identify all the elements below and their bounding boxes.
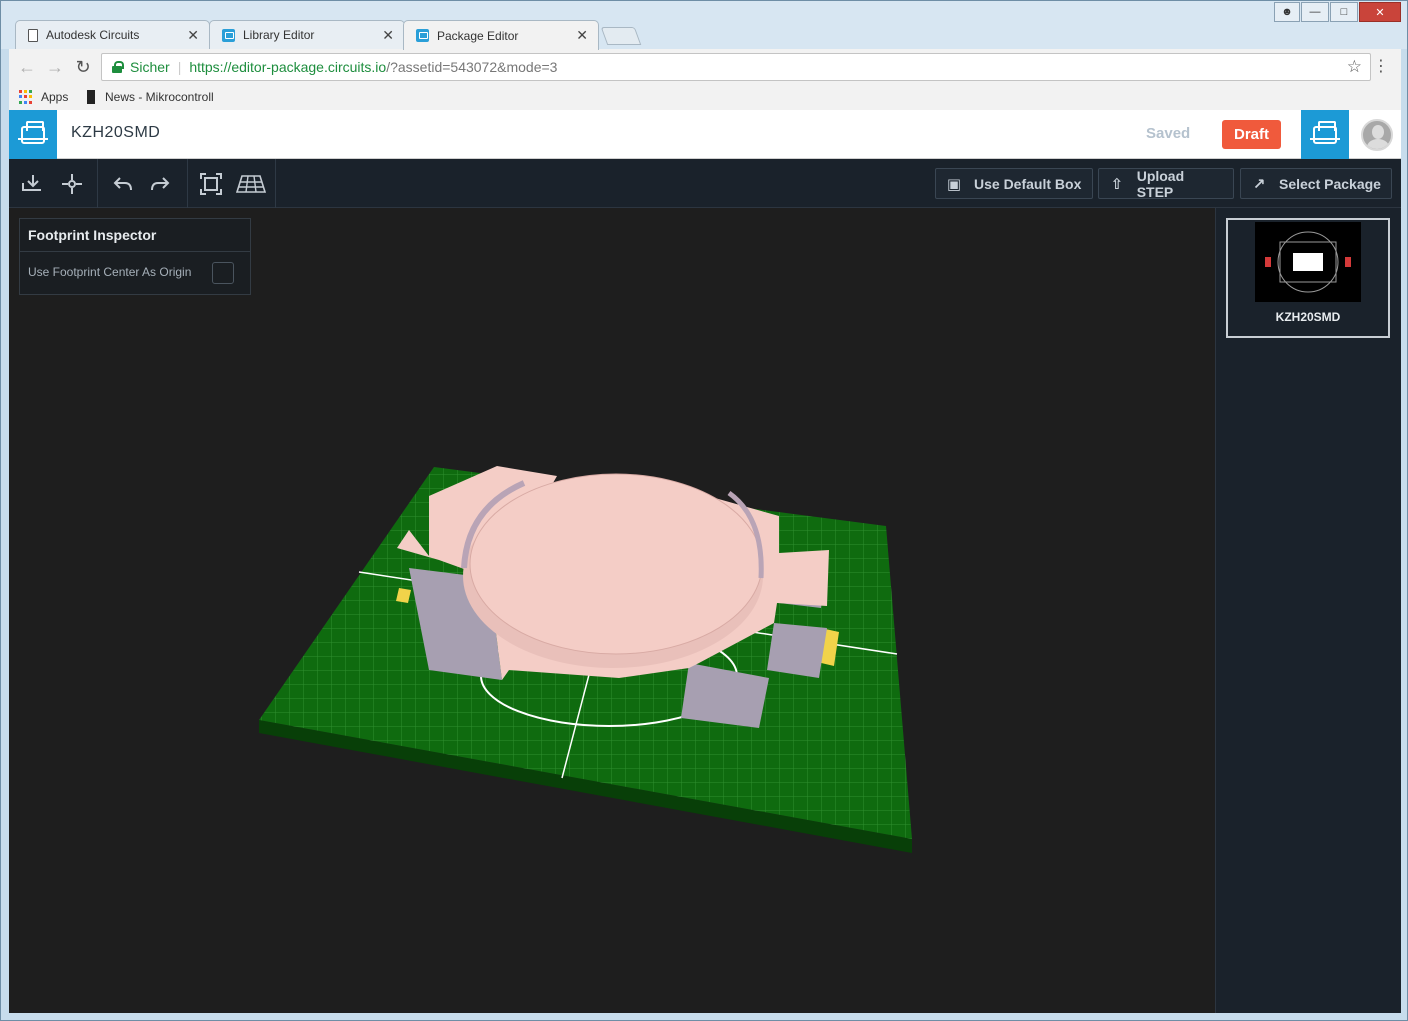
circuits-app-icon — [222, 28, 235, 42]
maximize-button[interactable]: □ — [1330, 2, 1358, 22]
app-logo[interactable] — [9, 110, 57, 159]
bookmark-label: News - Mikrocontroll — [105, 90, 214, 104]
tab-strip: Autodesk Circuits ✕ Library Editor ✕ Pac… — [1, 1, 1407, 50]
cylinder-top — [469, 473, 763, 655]
url-separator: | — [177, 59, 182, 75]
forward-arrow-icon[interactable]: → — [45, 57, 65, 77]
browser-menu-icon[interactable]: ⋮ — [1373, 56, 1389, 76]
minimize-button[interactable]: — — [1301, 2, 1329, 22]
bookmark-apps[interactable]: Apps — [19, 90, 68, 104]
3d-scene[interactable] — [9, 208, 1215, 1013]
tab-package-editor[interactable]: Package Editor ✕ — [403, 20, 599, 50]
body-side-right — [767, 623, 827, 678]
footprint-inspector: Footprint Inspector Use Footprint Center… — [19, 218, 251, 295]
circuits-app-icon — [416, 29, 429, 42]
url-path: /?assetid=543072&mode=3 — [386, 59, 558, 75]
divider — [97, 159, 98, 208]
button-label: Upload STEP — [1136, 167, 1185, 200]
bookmark-label: Apps — [41, 90, 69, 104]
use-default-box-button[interactable]: ▣ Use Default Box — [935, 168, 1093, 199]
undo-icon[interactable] — [110, 171, 136, 197]
use-footprint-center-checkbox[interactable] — [212, 262, 234, 284]
editor-toolbar: ▣ Use Default Box ⇧ Upload STEP ↗ Select… — [9, 159, 1401, 208]
close-icon[interactable]: ✕ — [576, 27, 588, 44]
save-status: Saved — [1146, 125, 1191, 142]
close-icon[interactable]: ✕ — [382, 27, 394, 44]
cube-icon: ▣ — [946, 175, 962, 193]
bookmark-star-icon[interactable]: ☆ — [1347, 57, 1362, 77]
profile-icon[interactable]: ☻ — [1274, 2, 1300, 22]
app-header: KZH20SMD Saved Draft — [9, 110, 1401, 159]
draft-button[interactable]: Draft — [1222, 120, 1281, 149]
browser-toolbar: ← → ↻ Sicher | https://editor-package.ci… — [9, 49, 1401, 85]
option-label: Use Footprint Center As Origin — [28, 265, 192, 279]
divider — [187, 159, 188, 208]
package-card[interactable]: KZH20SMD — [1226, 218, 1390, 338]
redo-icon[interactable] — [147, 171, 173, 197]
package-thumbnail — [1255, 222, 1361, 302]
inspector-option-row: Use Footprint Center As Origin — [20, 252, 250, 292]
grid-plane-icon[interactable] — [235, 171, 267, 197]
package-editor-button[interactable] — [1301, 110, 1349, 159]
close-icon[interactable]: ✕ — [187, 27, 199, 44]
tab-title: Package Editor — [437, 28, 519, 43]
package-editor-app: KZH20SMD Saved Draft ▣ Use Default Box ⇧… — [9, 110, 1401, 1013]
3d-viewport[interactable]: Footprint Inspector Use Footprint Center… — [9, 208, 1215, 1013]
address-bar[interactable]: Sicher | https://editor-package.circuits… — [101, 53, 1371, 81]
divider — [275, 159, 276, 208]
select-package-button[interactable]: ↗ Select Package — [1240, 168, 1392, 199]
package-title: KZH20SMD — [71, 124, 161, 141]
url-host: https://editor-package.circuits.io — [189, 59, 387, 75]
reload-icon[interactable]: ↻ — [73, 57, 93, 77]
close-window-button[interactable]: ✕ — [1359, 2, 1401, 22]
bookmarks-bar: Apps News - Mikrocontroll — [9, 85, 1401, 110]
new-tab-button[interactable] — [600, 27, 642, 45]
upload-step-button[interactable]: ⇧ Upload STEP — [1098, 167, 1234, 200]
place-origin-icon[interactable] — [20, 171, 46, 197]
tab-autodesk-circuits[interactable]: Autodesk Circuits ✕ — [15, 20, 210, 49]
package-icon — [18, 120, 48, 144]
tab-library-editor[interactable]: Library Editor ✕ — [209, 20, 405, 49]
bookmark-news[interactable]: News - Mikrocontroll — [87, 90, 214, 104]
avatar[interactable] — [1361, 119, 1393, 151]
package-name: KZH20SMD — [1275, 310, 1341, 324]
tab-title: Autodesk Circuits — [46, 28, 140, 42]
apps-icon — [19, 90, 33, 104]
center-crosshair-icon[interactable] — [59, 171, 85, 197]
tab-title: Library Editor — [243, 28, 315, 42]
document-icon — [28, 28, 38, 42]
package-icon — [1310, 120, 1340, 144]
browser-window: Autodesk Circuits ✕ Library Editor ✕ Pac… — [0, 0, 1408, 1021]
bookmark-icon — [87, 90, 95, 104]
inspector-title: Footprint Inspector — [20, 219, 250, 252]
back-arrow-icon[interactable]: ← — [17, 57, 37, 77]
button-label: Select Package — [1279, 175, 1381, 192]
zoom-fit-icon[interactable] — [198, 171, 224, 197]
package-sidebar: KZH20SMD — [1215, 208, 1401, 1013]
lock-icon — [112, 61, 124, 73]
button-label: Use Default Box — [974, 175, 1082, 192]
upload-file-icon: ⇧ — [1110, 175, 1124, 193]
secure-label: Sicher — [130, 59, 170, 75]
arrow-up-right-icon: ↗ — [1252, 175, 1266, 193]
